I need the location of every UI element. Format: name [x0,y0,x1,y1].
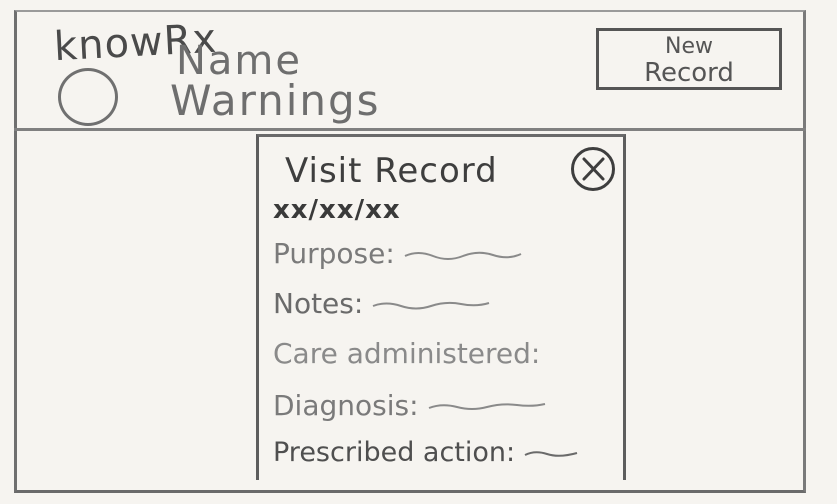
new-record-label-line1: New [665,34,713,59]
new-record-button[interactable]: New Record [596,28,782,90]
header-divider [14,128,806,131]
wireframe-sketch: knowRx Name Warnings New Record Visit Re… [0,0,837,504]
field-notes-label: Notes: [273,287,364,320]
new-record-label-line2: Record [644,58,734,88]
placeholder-squiggle [404,251,522,260]
close-icon [582,157,605,181]
field-diagnosis: Diagnosis: [273,389,547,422]
field-prescribed-action: Prescribed action: [273,437,579,468]
modal-title: Visit Record [285,151,498,191]
field-care-administered: Care administered: [273,337,540,370]
field-purpose-label: Purpose: [273,237,395,270]
close-button[interactable] [571,147,615,191]
patient-warnings: Warnings [170,76,381,125]
field-care-label: Care administered: [273,337,541,370]
field-action-label: Prescribed action: [273,437,516,468]
visit-record-modal: Visit Record xx/xx/xx Purpose: Notes: Ca… [256,134,626,480]
field-purpose: Purpose: [273,237,523,270]
visit-date: xx/xx/xx [273,195,401,225]
field-diagnosis-label: Diagnosis: [273,389,419,422]
patient-avatar [58,68,118,126]
placeholder-squiggle [524,450,578,457]
placeholder-squiggle [428,403,545,410]
field-notes: Notes: [273,287,491,320]
placeholder-squiggle [372,301,490,310]
